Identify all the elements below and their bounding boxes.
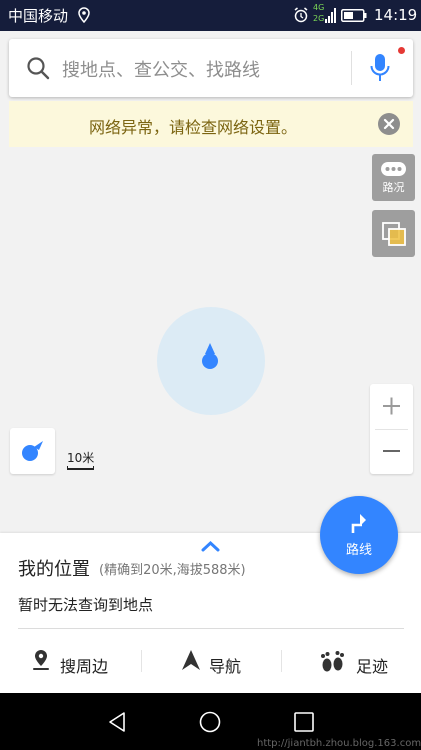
recents-icon[interactable] <box>293 711 315 733</box>
search-input[interactable]: 搜地点、查公交、找路线 <box>62 56 260 82</box>
close-icon[interactable] <box>378 113 400 135</box>
search-divider <box>351 51 352 85</box>
layers-button[interactable] <box>372 210 415 257</box>
signal-icon: 4G 2G <box>313 4 337 26</box>
navigate-button[interactable]: 导航 <box>141 641 281 681</box>
navigation-arrow-icon <box>182 650 200 670</box>
layers-icon <box>382 222 406 246</box>
place-detail: (精确到20米,海拔588米) <box>99 563 246 578</box>
compass-icon <box>22 441 43 461</box>
search-nearby-button[interactable]: 搜周边 <box>20 641 140 681</box>
footprint-button[interactable]: 足迹 <box>282 641 421 681</box>
current-location-marker <box>202 343 218 369</box>
traffic-button[interactable]: 路况 <box>372 154 415 201</box>
search-nearby-label: 搜周边 <box>60 657 109 676</box>
place-title: 我的位置 <box>18 559 90 580</box>
network-warning-banner: 网络异常，请检查网络设置。 <box>9 101 413 147</box>
carrier-label: 中国移动 <box>8 7 69 25</box>
footprint-icon <box>321 651 344 672</box>
map-scale-label: 10米 <box>67 451 95 465</box>
route-icon <box>351 514 366 533</box>
chevron-up-icon[interactable] <box>201 540 220 552</box>
pin-icon <box>33 650 49 670</box>
footprint-label: 足迹 <box>356 657 389 676</box>
mic-icon[interactable] <box>369 53 391 83</box>
traffic-label: 路况 <box>382 181 405 194</box>
search-bar[interactable]: 搜地点、查公交、找路线 <box>9 39 413 97</box>
warning-text: 网络异常，请检查网络设置。 <box>89 118 298 137</box>
battery-icon <box>341 9 367 22</box>
sheet-divider <box>18 628 404 629</box>
locate-me-button[interactable] <box>10 428 55 474</box>
search-icon <box>27 57 50 80</box>
navigate-label: 导航 <box>209 657 242 676</box>
location-icon <box>78 7 90 23</box>
zoom-in-button[interactable] <box>370 384 413 429</box>
clock: 14:19 <box>374 6 418 24</box>
traffic-icon <box>381 162 406 176</box>
watermark: http://jiantbh.zhou.blog.163.com <box>257 738 421 749</box>
back-icon[interactable] <box>106 711 128 733</box>
zoom-controls <box>370 384 413 474</box>
zoom-out-button[interactable] <box>370 429 413 474</box>
home-icon[interactable] <box>199 711 221 733</box>
alarm-icon <box>294 7 308 23</box>
route-label: 路线 <box>345 543 372 558</box>
route-button[interactable]: 路线 <box>320 496 398 574</box>
status-bar: 中国移动 4G 2G 14:19 <box>0 0 421 31</box>
place-subtitle: 暂时无法查询到地点 <box>18 596 154 614</box>
notification-dot <box>398 47 405 54</box>
map-scale-bar <box>67 466 94 470</box>
